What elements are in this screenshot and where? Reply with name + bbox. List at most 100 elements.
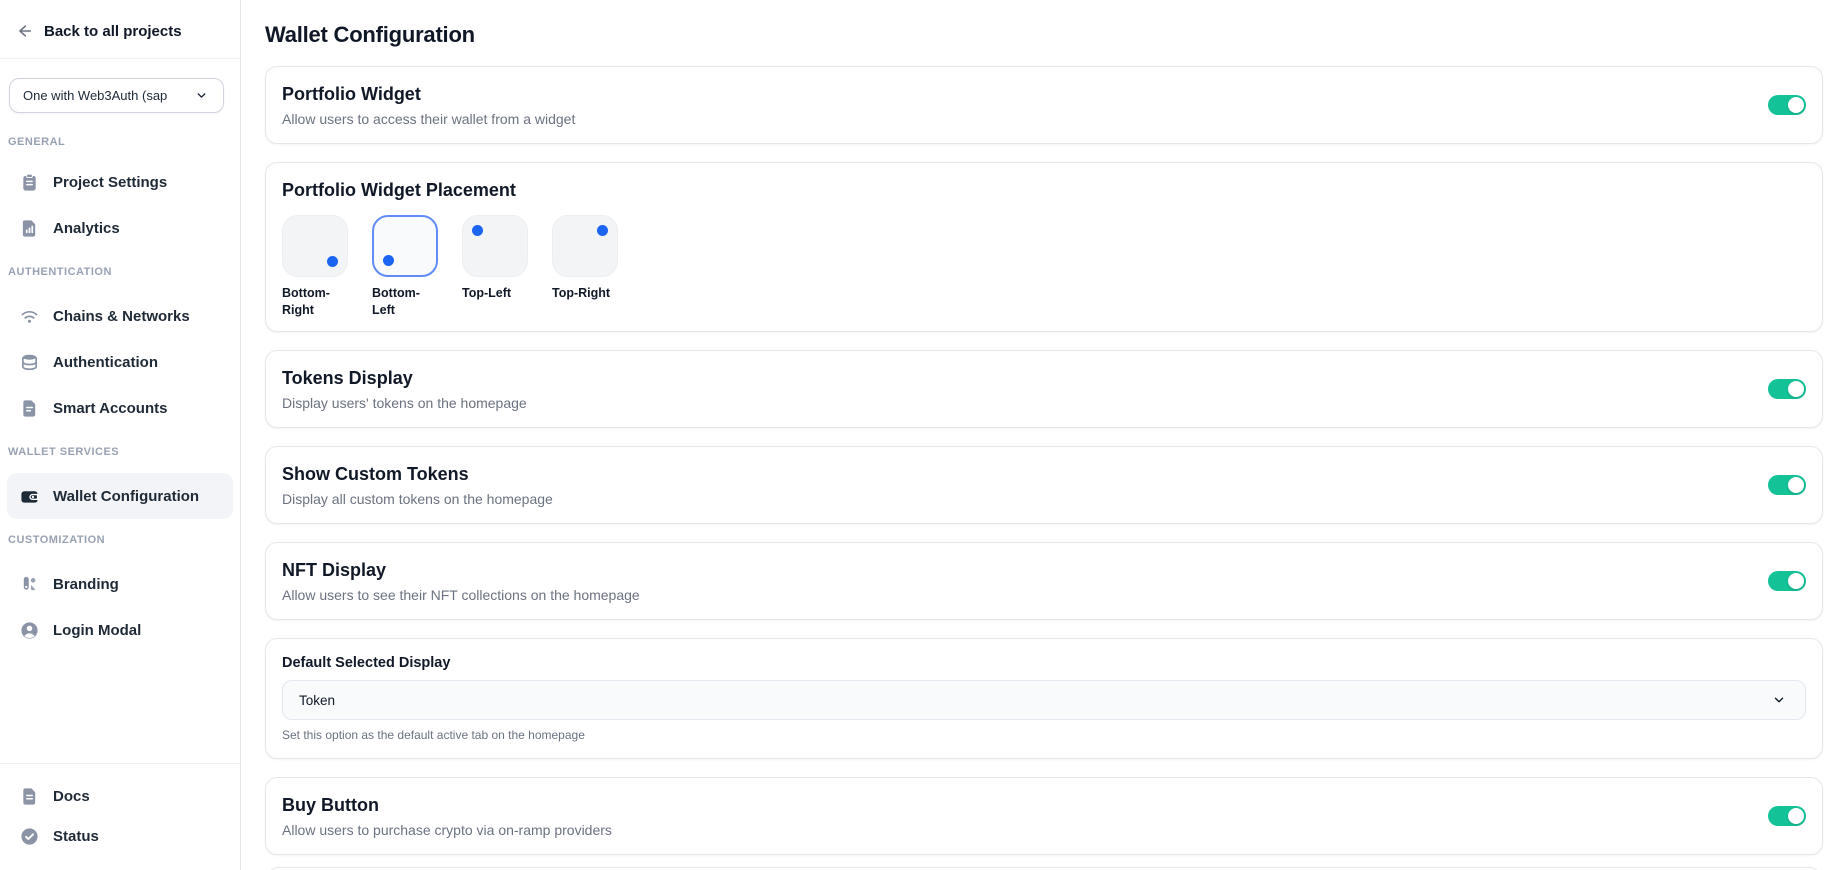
placement-tile-bottom-right[interactable]	[282, 215, 348, 277]
database-icon	[19, 352, 39, 372]
card-title: Show Custom Tokens	[282, 462, 553, 486]
analytics-icon	[19, 218, 39, 238]
select-value: Token	[299, 693, 335, 708]
placement-option-top-right: Top-Right	[552, 215, 622, 319]
sidebar-item-docs[interactable]: Docs	[7, 776, 233, 816]
card-description: Display all custom tokens on the homepag…	[282, 489, 553, 509]
toggle-knob	[1788, 573, 1804, 589]
nft-display-card: NFT Display Allow users to see their NFT…	[265, 542, 1823, 620]
section-label-customization: CUSTOMIZATION	[0, 519, 240, 561]
portfolio-widget-toggle[interactable]	[1768, 95, 1806, 115]
section-label-authentication: AUTHENTICATION	[0, 251, 240, 293]
toggle-knob	[1788, 808, 1804, 824]
project-selector-dropdown[interactable]: One with Web3Auth (sap	[9, 78, 224, 113]
placement-tile-top-left[interactable]	[462, 215, 528, 277]
sidebar-item-label: Login Modal	[53, 622, 141, 639]
sidebar-item-label: Smart Accounts	[53, 400, 167, 417]
card-title: Tokens Display	[282, 366, 527, 390]
card-text: Buy Button Allow users to purchase crypt…	[282, 793, 612, 840]
sidebar-item-label: Chains & Networks	[53, 308, 190, 325]
toggle-knob	[1788, 477, 1804, 493]
card-title: Portfolio Widget Placement	[282, 178, 1806, 202]
placement-label: Bottom-Right	[282, 285, 352, 319]
placement-option-bottom-right: Bottom-Right	[282, 215, 352, 319]
placement-dot	[472, 225, 483, 236]
portfolio-widget-card: Portfolio Widget Allow users to access t…	[265, 66, 1823, 144]
card-description: Allow users to access their wallet from …	[282, 109, 575, 129]
tokens-display-card: Tokens Display Display users' tokens on …	[265, 350, 1823, 428]
buy-button-toggle[interactable]	[1768, 806, 1806, 826]
toggle-knob	[1788, 97, 1804, 113]
portfolio-widget-placement-card: Portfolio Widget Placement Bottom-Right …	[265, 162, 1823, 332]
sidebar-item-label: Status	[53, 828, 99, 845]
sidebar: Back to all projects One with Web3Auth (…	[0, 0, 241, 870]
page-title: Wallet Configuration	[265, 21, 1823, 48]
user-icon	[19, 620, 39, 640]
nft-display-toggle[interactable]	[1768, 571, 1806, 591]
sidebar-item-branding[interactable]: Branding	[7, 561, 233, 607]
placement-option-bottom-left: Bottom-Left	[372, 215, 442, 319]
chevron-down-icon	[1769, 690, 1789, 710]
field-label: Default Selected Display	[282, 655, 1806, 671]
wallet-configuration-page: Back to all projects One with Web3Auth (…	[0, 0, 1840, 870]
main-content: Wallet Configuration Portfolio Widget Al…	[241, 0, 1840, 870]
sidebar-item-smart-accounts[interactable]: Smart Accounts	[7, 385, 233, 431]
clipboard-icon	[19, 172, 39, 192]
placement-label: Top-Left	[462, 285, 532, 302]
placement-dot	[597, 225, 608, 236]
card-title: NFT Display	[282, 558, 640, 582]
arrow-left-icon	[14, 21, 34, 41]
wifi-icon	[19, 306, 39, 326]
sidebar-item-label: Docs	[53, 788, 90, 805]
doc-icon	[19, 786, 39, 806]
placement-dot	[327, 256, 338, 267]
sidebar-divider	[0, 58, 240, 59]
sidebar-item-label: Branding	[53, 576, 119, 593]
chevron-down-icon	[191, 86, 211, 106]
card-text: Portfolio Widget Allow users to access t…	[282, 82, 575, 129]
sidebar-item-project-settings[interactable]: Project Settings	[7, 159, 233, 205]
section-label-general: GENERAL	[0, 125, 240, 159]
default-selected-display-card: Default Selected Display Token Set this …	[265, 638, 1823, 759]
sidebar-item-authentication[interactable]: Authentication	[7, 339, 233, 385]
tokens-display-toggle[interactable]	[1768, 379, 1806, 399]
brush-icon	[19, 574, 39, 594]
sidebar-item-label: Wallet Configuration	[53, 488, 199, 505]
card-description: Allow users to see their NFT collections…	[282, 585, 640, 605]
placement-label: Top-Right	[552, 285, 622, 302]
card-title: Buy Button	[282, 793, 612, 817]
placement-tile-bottom-left[interactable]	[372, 215, 438, 277]
show-custom-tokens-card: Show Custom Tokens Display all custom to…	[265, 446, 1823, 524]
placement-label: Bottom-Left	[372, 285, 442, 319]
buy-button-card: Buy Button Allow users to purchase crypt…	[265, 777, 1823, 855]
placement-options: Bottom-Right Bottom-Left Top-Left	[282, 215, 1806, 319]
back-to-projects-link[interactable]: Back to all projects	[0, 0, 240, 42]
file-icon	[19, 398, 39, 418]
card-description: Display users' tokens on the homepage	[282, 393, 527, 413]
default-display-select[interactable]: Token	[282, 680, 1806, 720]
card-text: NFT Display Allow users to see their NFT…	[282, 558, 640, 605]
project-selector-value: One with Web3Auth (sap	[23, 88, 167, 103]
placement-dot	[383, 255, 394, 266]
card-title: Portfolio Widget	[282, 82, 575, 106]
sidebar-item-analytics[interactable]: Analytics	[7, 205, 233, 251]
card-text: Tokens Display Display users' tokens on …	[282, 366, 527, 413]
sidebar-item-login-modal[interactable]: Login Modal	[7, 607, 233, 653]
sidebar-item-label: Authentication	[53, 354, 158, 371]
sidebar-item-chains-networks[interactable]: Chains & Networks	[7, 293, 233, 339]
sidebar-item-status[interactable]: Status	[7, 816, 233, 856]
sidebar-item-label: Analytics	[53, 220, 120, 237]
wallet-icon	[19, 486, 39, 506]
placement-tile-top-right[interactable]	[552, 215, 618, 277]
toggle-knob	[1788, 381, 1804, 397]
check-circle-icon	[19, 826, 39, 846]
field-helper-text: Set this option as the default active ta…	[282, 728, 1806, 742]
show-custom-tokens-toggle[interactable]	[1768, 475, 1806, 495]
sidebar-item-wallet-configuration[interactable]: Wallet Configuration	[7, 473, 233, 519]
card-text: Show Custom Tokens Display all custom to…	[282, 462, 553, 509]
sidebar-item-label: Project Settings	[53, 174, 167, 191]
sidebar-footer: Docs Status	[0, 763, 240, 870]
section-label-wallet-services: WALLET SERVICES	[0, 431, 240, 473]
placement-option-top-left: Top-Left	[462, 215, 532, 319]
back-label: Back to all projects	[44, 23, 182, 40]
